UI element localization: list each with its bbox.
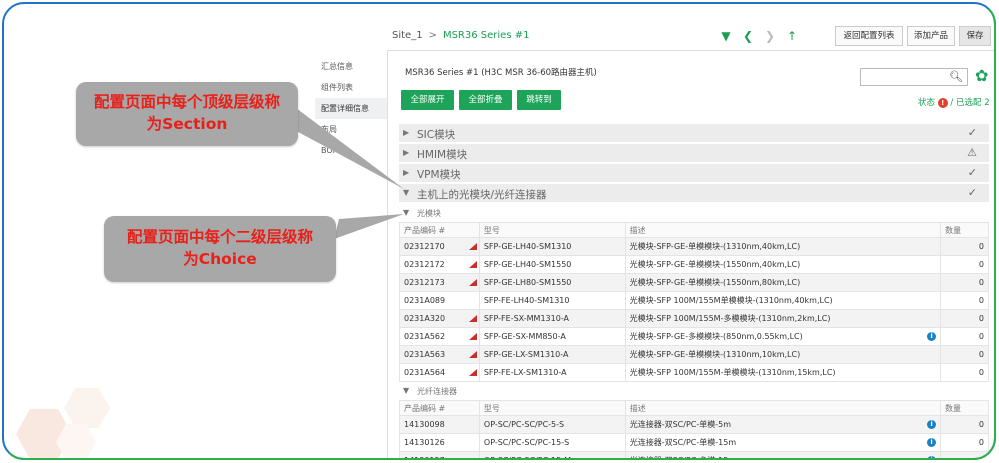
callout-choice-line1: 配置页面中每个二级层级称 bbox=[126, 228, 313, 246]
callout-choice: 配置页面中每个二级层级称 为Choice bbox=[104, 216, 336, 282]
callout-choice-line2: 为Choice bbox=[183, 250, 257, 268]
callout-section-line1: 配置页面中每个顶级层级称 bbox=[93, 93, 280, 111]
callout-section-line2: 为Section bbox=[146, 115, 228, 133]
callout-section: 配置页面中每个顶级层级称 为Section bbox=[76, 82, 298, 146]
screenshot-frame: Site_1 > MSR36 Series #1 ▼ ❮ ❯ ↑ 返回配置列表 添加产品 … bbox=[2, 2, 996, 460]
callout-pointer-choice bbox=[334, 214, 404, 239]
